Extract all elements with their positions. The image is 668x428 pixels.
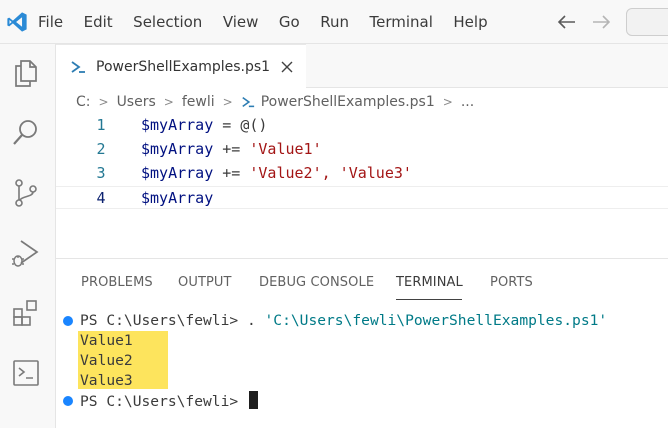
tab-output[interactable]: OUTPUT [178,275,232,290]
terminal-command-op: . [238,312,265,329]
terminal-command-line: PS C:\Users\fewli> . 'C:\Users\fewli\Pow… [80,311,607,331]
code-string: 'Value2' [249,164,322,182]
code-operator: = @() [213,116,268,134]
arrow-left-icon[interactable] [556,12,578,32]
breadcrumb: C: > Users > fewli > PowerShellExamples.… [76,92,474,112]
activity-bar [0,44,56,428]
powershell-icon [241,96,254,108]
menu-help[interactable]: Help [453,13,487,31]
powershell-icon [71,61,85,73]
title-bar: File Edit Selection View Go Run Terminal… [0,0,668,44]
menu-run[interactable]: Run [320,13,349,31]
chevron-right-icon: > [98,95,109,109]
code-editor[interactable]: 1 $myArray = @() 2 $myArray += 'Value1' … [56,114,668,214]
line-number: 2 [96,140,106,158]
terminal-output-line: Value1 [80,332,133,349]
close-icon[interactable] [280,60,294,74]
explorer-icon[interactable] [10,57,42,89]
editor-tab-bar: PowerShellExamples.ps1 [56,44,668,89]
terminal[interactable]: PS C:\Users\fewli> . 'C:\Users\fewli\Pow… [56,307,668,427]
line-text: $myArray += 'Value1' [141,138,322,161]
breadcrumb-more[interactable]: ... [461,94,474,110]
remote-explorer-icon[interactable] [10,357,42,389]
run-debug-icon[interactable] [10,237,42,269]
tab-ports[interactable]: PORTS [490,275,533,290]
command-status-dot [63,316,73,326]
terminal-prompt: PS C:\Users\fewli> [80,393,239,410]
code-line: 1 $myArray = @() [56,114,668,137]
menu-bar: File Edit Selection View Go Run Terminal… [38,0,508,44]
chevron-right-icon: > [442,95,453,109]
line-text: $myArray [141,187,213,210]
terminal-output-line: Value2 [80,352,133,369]
command-center-search[interactable] [626,8,668,36]
tab-problems[interactable]: PROBLEMS [81,275,153,290]
code-line-current: 4 $myArray [56,186,668,209]
terminal-cursor [248,391,258,409]
code-string: 'Value1' [249,140,322,158]
extensions-icon[interactable] [10,297,42,329]
code-operator: += [213,164,250,182]
chevron-right-icon: > [163,95,174,109]
arrow-right-icon[interactable] [590,12,612,32]
menu-view[interactable]: View [223,13,259,31]
active-tab-underline [396,299,462,300]
terminal-output-line: Value3 [80,372,133,389]
code-operator: += [213,140,250,158]
code-variable: $myArray [141,164,214,182]
tab-label: PowerShellExamples.ps1 [96,59,271,75]
terminal-prompt: PS C:\Users\fewli> [80,312,239,329]
menu-edit[interactable]: Edit [84,13,113,31]
panel-tab-bar: PROBLEMS OUTPUT DEBUG CONSOLE TERMINAL P… [56,259,668,299]
line-number: 3 [96,164,106,182]
code-variable: $myArray [141,140,214,158]
code-variable: $myArray [141,189,214,207]
bottom-panel: PROBLEMS OUTPUT DEBUG CONSOLE TERMINAL P… [56,258,668,428]
breadcrumb-drive[interactable]: C: [76,94,91,110]
code-variable: $myArray [141,116,214,134]
vscode-logo-icon [7,12,27,32]
code-line: 2 $myArray += 'Value1' [56,138,668,161]
code-line: 3 $myArray += 'Value2', 'Value3' [56,162,668,185]
tab-terminal[interactable]: TERMINAL [396,275,463,290]
source-control-icon[interactable] [10,177,42,209]
line-text: $myArray = @() [141,114,267,137]
menu-file[interactable]: File [38,13,63,31]
line-number: 1 [96,116,106,134]
line-number: 4 [96,189,106,207]
tab-debug-console[interactable]: DEBUG CONSOLE [259,275,374,290]
code-string-rest: , 'Value3' [321,164,412,182]
line-text: $myArray += 'Value2', 'Value3' [141,162,412,185]
terminal-prompt-line: PS C:\Users\fewli> [80,391,258,411]
menu-go[interactable]: Go [279,13,300,31]
breadcrumb-users[interactable]: Users [117,94,156,110]
breadcrumb-fewli[interactable]: fewli [182,94,215,110]
breadcrumb-file[interactable]: PowerShellExamples.ps1 [261,94,435,110]
menu-terminal[interactable]: Terminal [370,13,433,31]
tab-powershell-examples[interactable]: PowerShellExamples.ps1 [56,44,306,89]
search-icon[interactable] [10,117,42,149]
command-status-dot [63,396,73,406]
terminal-command-path: 'C:\Users\fewli\PowerShellExamples.ps1' [264,312,608,329]
chevron-right-icon: > [222,95,233,109]
menu-selection[interactable]: Selection [133,13,202,31]
